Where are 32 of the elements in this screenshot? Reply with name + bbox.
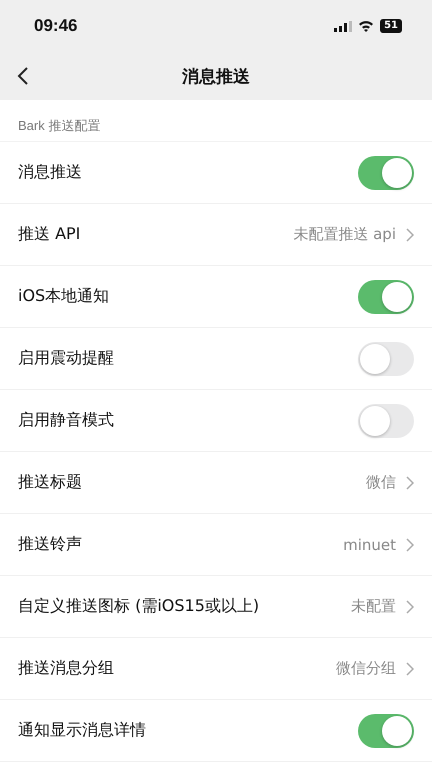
- signal-icon: [334, 20, 352, 32]
- setting-label: 推送铃声: [18, 534, 83, 555]
- wifi-icon: [358, 20, 374, 32]
- chevron-icon: [406, 476, 414, 490]
- back-icon[interactable]: [17, 66, 29, 86]
- toggle-switch[interactable]: [358, 714, 414, 748]
- page-title: 消息推送: [182, 66, 250, 88]
- setting-label: 自定义推送图标 (需iOS15或以上): [18, 596, 260, 617]
- chevron-icon: [406, 538, 414, 552]
- setting-value[interactable]: 微信: [366, 473, 396, 492]
- setting-label: 推送消息分组: [18, 658, 115, 679]
- chevron-icon: [406, 600, 414, 614]
- setting-value[interactable]: 未配置推送 api: [293, 225, 396, 244]
- setting-value[interactable]: 未配置: [351, 597, 396, 616]
- toggle-switch[interactable]: [358, 156, 414, 190]
- setting-label: 启用静音模式: [18, 410, 115, 431]
- setting-label: 启用震动提醒: [18, 348, 115, 369]
- status-time: 09:46: [34, 16, 78, 36]
- toggle-switch[interactable]: [358, 280, 414, 314]
- setting-value[interactable]: minuet: [343, 536, 396, 554]
- setting-label: 推送 API: [18, 224, 82, 245]
- setting-label: iOS本地通知: [18, 286, 110, 307]
- setting-value[interactable]: 微信分组: [336, 659, 396, 678]
- setting-label: 消息推送: [18, 162, 83, 183]
- section-header: Bark 推送配置: [0, 100, 432, 142]
- setting-label: 通知显示消息详情: [18, 720, 147, 741]
- setting-label: 推送标题: [18, 472, 83, 493]
- chevron-icon: [406, 662, 414, 676]
- battery-indicator: 51: [380, 19, 402, 33]
- toggle-switch[interactable]: [358, 342, 414, 376]
- toggle-switch[interactable]: [358, 404, 414, 438]
- chevron-icon: [406, 228, 414, 242]
